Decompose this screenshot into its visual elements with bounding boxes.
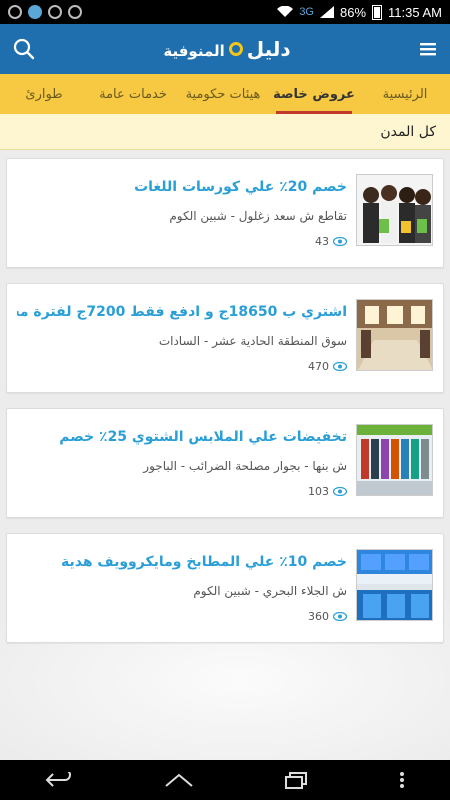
- offer-title: خصم 10٪ علي المطابخ ومايكروويف هدية: [60, 554, 347, 570]
- offer-views: 360: [308, 610, 347, 623]
- offer-views: 470: [308, 360, 347, 373]
- tab-public-services[interactable]: خدمات عامة: [88, 74, 178, 114]
- app-bar: المنوفية دليل: [0, 24, 450, 74]
- view-count: 360: [308, 610, 329, 623]
- notification-icon: [8, 5, 22, 19]
- wifi-icon: [277, 6, 294, 17]
- tab-government-agencies[interactable]: هيئات حكومية: [178, 74, 268, 114]
- eye-icon: [333, 487, 347, 496]
- tab-special-offers[interactable]: عروض خاصة: [268, 74, 360, 114]
- offer-card[interactable]: تخفيضات علي الملابس الشتوي 25٪ خصم ش بنه…: [6, 408, 444, 518]
- system-navigation-bar: [0, 760, 450, 800]
- offer-views: 43: [315, 235, 347, 248]
- offer-thumbnail: [356, 424, 433, 496]
- city-filter[interactable]: كل المدن: [0, 114, 450, 150]
- offer-title: خصم 20٪ علي كورسات اللغات: [134, 179, 347, 195]
- tab-home[interactable]: الرئيسية: [360, 74, 450, 114]
- offer-address: تقاطع ش سعد زغلول - شبين الكوم: [169, 209, 347, 223]
- offer-address: سوق المنطقة الحادية عشر - السادات: [158, 334, 347, 348]
- offer-thumbnail: [356, 174, 433, 246]
- notification-icon: [48, 5, 62, 19]
- notification-icon: [68, 5, 82, 19]
- offer-card[interactable]: خصم 20٪ علي كورسات اللغات تقاطع ش سعد زغ…: [6, 158, 444, 268]
- offer-address: ش بنها - بجوار مصلحة الضرائب - الباجور: [143, 459, 347, 473]
- logo-text-guide: دليل: [246, 37, 291, 61]
- offer-thumbnail: [356, 299, 433, 371]
- eye-icon: [333, 612, 347, 621]
- search-icon[interactable]: [12, 37, 36, 61]
- tab-emergency[interactable]: طوارئ: [0, 74, 88, 114]
- notification-icons: [8, 5, 82, 19]
- eye-icon: [333, 362, 347, 371]
- offer-title: اشتري ب 18650ج و ادفع فقط 7200ج لفترة مح…: [17, 304, 347, 320]
- more-icon[interactable]: [399, 771, 405, 789]
- system-icons: 3G 86% 11:35 AM: [277, 4, 442, 20]
- home-icon[interactable]: [164, 772, 194, 788]
- offer-thumbnail: [356, 549, 433, 621]
- menu-icon[interactable]: [418, 41, 438, 57]
- network-type: 3G: [299, 6, 314, 18]
- view-count: 103: [308, 485, 329, 498]
- app-logo: المنوفية دليل: [163, 37, 290, 61]
- battery-percent: 86%: [340, 4, 367, 20]
- view-count: 470: [308, 360, 329, 373]
- location-pin-icon: [228, 42, 243, 56]
- status-bar: 3G 86% 11:35 AM: [0, 0, 450, 24]
- notification-icon: [28, 5, 42, 19]
- offer-card[interactable]: خصم 10٪ علي المطابخ ومايكروويف هدية ش ال…: [6, 533, 444, 643]
- offer-address: ش الجلاء البحري - شبين الكوم: [193, 584, 347, 598]
- offer-card[interactable]: اشتري ب 18650ج و ادفع فقط 7200ج لفترة مح…: [6, 283, 444, 393]
- category-tabs: الرئيسية عروض خاصة هيئات حكومية خدمات عا…: [0, 74, 450, 114]
- view-count: 43: [315, 235, 329, 248]
- clock: 11:35 AM: [388, 4, 442, 20]
- signal-icon: [320, 6, 334, 18]
- recent-apps-icon[interactable]: [284, 771, 308, 789]
- offers-list: خصم 20٪ علي كورسات اللغات تقاطع ش سعد زغ…: [0, 150, 450, 760]
- logo-text-city: المنوفية: [163, 42, 225, 60]
- battery-icon: [372, 4, 383, 20]
- eye-icon: [333, 237, 347, 246]
- back-icon[interactable]: [45, 772, 73, 788]
- offer-title: تخفيضات علي الملابس الشتوي 25٪ خصم: [59, 429, 347, 445]
- offer-views: 103: [308, 485, 347, 498]
